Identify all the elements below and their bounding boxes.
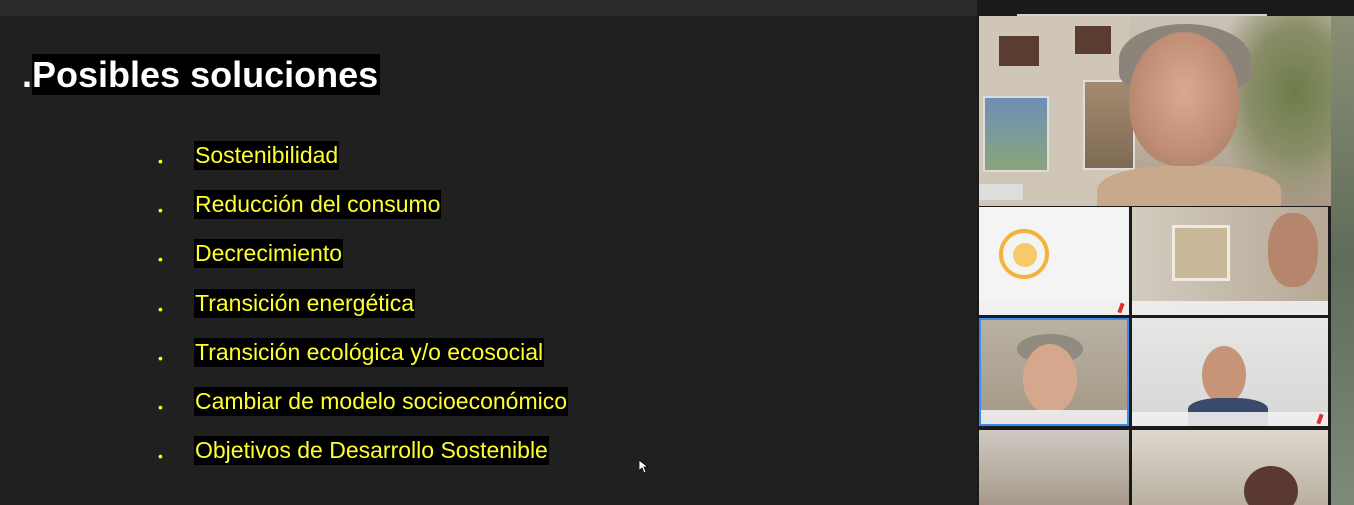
bullet-text: Cambiar de modelo socioeconómico	[194, 386, 569, 416]
bullet-text: Objetivos de Desarrollo Sostenible	[194, 436, 549, 466]
participant-tile[interactable]	[1132, 318, 1328, 426]
participant-name-tag	[979, 301, 1129, 315]
slide-title: .Posibles soluciones	[22, 52, 381, 98]
participant-tile[interactable]	[979, 207, 1129, 315]
bullet-dot-icon: •	[158, 251, 163, 268]
bullet-text: Transición energética	[194, 288, 416, 318]
title-text: Posibles soluciones	[32, 54, 381, 95]
title-dot: .	[22, 54, 33, 95]
bullet-dot-icon: •	[158, 300, 163, 317]
presentation-top-bar	[0, 0, 977, 16]
bullet-dot-icon: •	[158, 398, 163, 415]
participant-tile[interactable]	[1132, 430, 1328, 505]
participant-name-tag	[1132, 301, 1328, 315]
video-gallery-panel	[977, 0, 1354, 505]
speaker-name-tag	[979, 184, 1023, 200]
bullet-dot-icon: •	[158, 448, 163, 465]
participant-tile[interactable]	[1132, 207, 1328, 315]
active-speaker-video[interactable]	[979, 16, 1331, 206]
bullet-dot-icon: •	[158, 153, 163, 169]
bullet-text: Decrecimiento	[194, 239, 343, 269]
participant-tile[interactable]	[979, 430, 1129, 505]
participant-name-tag	[981, 410, 1127, 424]
bullet-text: Reducción del consumo	[194, 190, 442, 220]
bullet-text: Transición ecológica y/o ecosocial	[194, 337, 545, 367]
bullet-text: Sostenibilidad	[194, 141, 340, 170]
gallery-side-strip	[1331, 16, 1354, 505]
participant-name-tag	[1132, 412, 1328, 426]
bullet-dot-icon: •	[158, 202, 163, 219]
participant-tile-active[interactable]	[979, 318, 1129, 426]
bullet-dot-icon: •	[158, 349, 163, 366]
